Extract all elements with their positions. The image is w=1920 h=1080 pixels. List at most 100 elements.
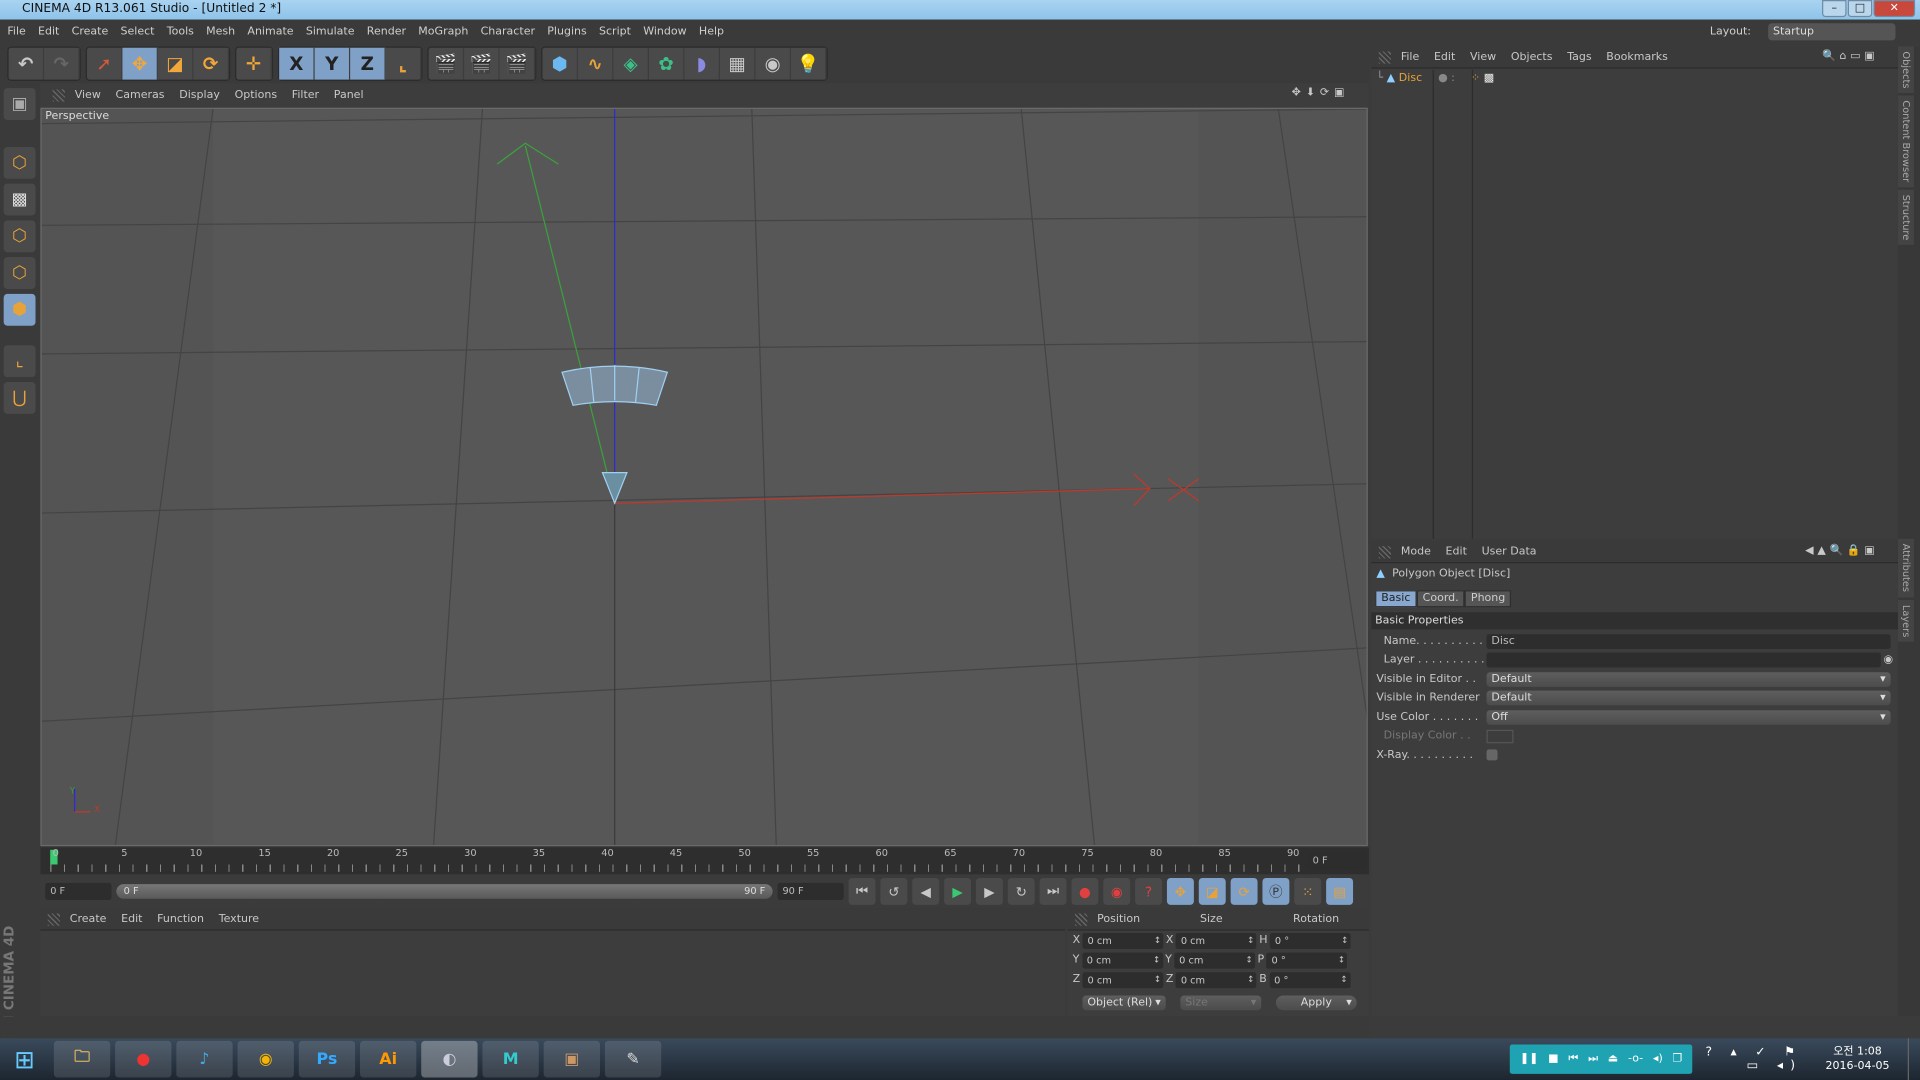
side-tab-attributes[interactable]: Attributes [1897, 539, 1914, 598]
use-color-select[interactable]: Off [1486, 709, 1891, 725]
taskbar-maya-icon[interactable]: M [482, 1040, 539, 1078]
menu-tools[interactable]: Tools [167, 26, 194, 38]
material-menu-create[interactable]: Create [70, 913, 107, 925]
taskbar-photoshop-icon[interactable]: Ps [298, 1040, 356, 1078]
render-settings-icon[interactable]: 🎬 [500, 47, 536, 80]
object-menu-file[interactable]: File [1401, 51, 1419, 63]
previous-frame-icon[interactable]: ◀ [912, 877, 940, 905]
key-scale-icon[interactable]: ◪ [1198, 877, 1226, 905]
move-tool-icon[interactable]: ✥ [122, 47, 158, 80]
y-axis-lock-button[interactable]: Y [314, 47, 351, 80]
size-field[interactable]: 0 cm [1174, 952, 1256, 968]
tray-icons[interactable]: ? ▴ ✓ ⚑ ▭ ◂) [1692, 1046, 1802, 1073]
object-menu-edit[interactable]: Edit [1434, 51, 1455, 63]
taskbar-paint-icon[interactable]: ✎ [604, 1040, 662, 1078]
taskbar-itunes-icon[interactable]: ♪ [176, 1040, 233, 1078]
taskbar-app-icon[interactable]: ● [115, 1040, 172, 1078]
position-field[interactable]: 0 cm [1082, 971, 1164, 988]
phong-tag-icon[interactable]: ⁘ [1471, 72, 1480, 84]
material-menu-texture[interactable]: Texture [219, 913, 259, 925]
name-field[interactable]: Disc [1486, 633, 1891, 649]
floor-icon[interactable]: ▦ [720, 47, 756, 80]
coordinate-system-icon[interactable]: ⌞ [386, 47, 422, 80]
taskbar-app2-icon[interactable]: ▣ [543, 1040, 601, 1078]
keyframe-selection-icon[interactable]: ? [1135, 877, 1163, 905]
snap-icon[interactable]: ⋃ [3, 382, 36, 414]
menu-simulate[interactable]: Simulate [306, 26, 355, 38]
next-frame-icon[interactable]: ▶ [975, 877, 1003, 905]
viewport-menu-panel[interactable]: Panel [334, 89, 364, 101]
taskbar-explorer-icon[interactable]: 🗀 [53, 1040, 111, 1078]
menu-select[interactable]: Select [120, 26, 154, 38]
axis-mode-icon[interactable]: ⌞ [3, 345, 36, 378]
viewport-menu-view[interactable]: View [75, 89, 101, 101]
key-parameter-icon[interactable]: Ⓟ [1262, 877, 1290, 905]
menu-render[interactable]: Render [367, 26, 406, 38]
render-view-icon[interactable]: 🎬 [429, 47, 465, 80]
visibility-dots-icon[interactable]: ● : [1438, 72, 1455, 84]
coordinate-mode-select[interactable]: Object (Rel) [1082, 995, 1166, 1011]
attr-menu-mode[interactable]: Mode [1401, 546, 1431, 558]
start-frame-field[interactable]: 0 F [45, 882, 112, 901]
timeline-ruler[interactable]: 0 5 10 15 20 25 30 35 40 45 50 55 60 65 70 75 80 85 90 0 F [40, 847, 1369, 875]
size-mode-select[interactable]: Size [1180, 995, 1262, 1011]
camera-icon[interactable]: ◉ [756, 47, 792, 80]
object-row-disc[interactable]: └ ▲ Disc ● : ⁘ ▩ [1376, 72, 1494, 84]
object-menu-tags[interactable]: Tags [1567, 51, 1591, 63]
object-name[interactable]: Disc [1399, 72, 1422, 84]
rotation-field[interactable]: 0 ° [1269, 932, 1351, 949]
go-to-start-icon[interactable]: ⏮ [848, 877, 876, 905]
x-axis-lock-button[interactable]: X [279, 47, 315, 80]
attr-menu-edit[interactable]: Edit [1446, 546, 1467, 558]
display-color-swatch[interactable] [1486, 729, 1514, 743]
menu-file[interactable]: File [7, 26, 25, 38]
side-tab-content-browser[interactable]: Content Browser [1897, 95, 1914, 188]
apply-button[interactable]: Apply [1275, 995, 1357, 1011]
visible-renderer-select[interactable]: Default [1486, 690, 1891, 706]
make-editable-icon[interactable]: ▣ [3, 88, 36, 121]
key-rotation-icon[interactable]: ⟳ [1230, 877, 1258, 905]
visible-editor-select[interactable]: Default [1486, 671, 1891, 687]
polygon-mode-icon[interactable]: ⬢ [3, 293, 36, 326]
record-icon[interactable]: ● [1071, 877, 1099, 905]
attr-nav-icons[interactable]: ◀▲🔍🔒▣ [1805, 545, 1878, 557]
side-tab-structure[interactable]: Structure [1897, 189, 1914, 246]
position-field[interactable]: 0 cm [1082, 932, 1164, 949]
taskbar-illustrator-icon[interactable]: Ai [360, 1040, 417, 1078]
layer-picker-icon[interactable]: ◉ [1883, 654, 1893, 666]
light-icon[interactable]: 💡 [791, 47, 827, 80]
start-button-icon[interactable]: ⊞ [0, 1038, 49, 1080]
taskbar-chrome-icon[interactable]: ◉ [237, 1040, 294, 1078]
current-frame-field[interactable]: 0 F [1307, 852, 1367, 870]
redo-button[interactable]: ↷ [44, 47, 80, 80]
timeline-icon[interactable]: ▤ [1326, 877, 1354, 905]
object-menu-bookmarks[interactable]: Bookmarks [1606, 51, 1668, 63]
side-tab-objects[interactable]: Objects [1897, 46, 1914, 94]
end-frame-field[interactable]: 90 F [777, 882, 844, 901]
autokey-icon[interactable]: ◉ [1103, 877, 1131, 905]
menu-mograph[interactable]: MoGraph [418, 26, 468, 38]
next-key-icon[interactable]: ↻ [1007, 877, 1035, 905]
key-position-icon[interactable]: ✥ [1166, 877, 1194, 905]
material-menu-function[interactable]: Function [157, 913, 204, 925]
menu-plugins[interactable]: Plugins [547, 26, 586, 38]
go-to-end-icon[interactable]: ⏭ [1039, 877, 1067, 905]
select-tool-icon[interactable]: ➚ [87, 47, 123, 80]
menu-help[interactable]: Help [699, 26, 724, 38]
frame-range-slider[interactable]: 0 F 90 F [116, 884, 773, 899]
texture-tag-icon[interactable]: ▩ [1484, 72, 1494, 84]
side-tab-layers[interactable]: Layers [1897, 599, 1914, 642]
render-picture-viewer-icon[interactable]: 🎬 [464, 47, 500, 80]
point-mode-icon[interactable]: ⬡ [3, 220, 36, 253]
tab-phong[interactable]: Phong [1464, 590, 1512, 608]
clock[interactable]: 오전 1:08 2016-04-05 [1815, 1044, 1901, 1073]
viewport-menu-options[interactable]: Options [235, 89, 278, 101]
attr-menu-user-data[interactable]: User Data [1482, 546, 1537, 558]
array-icon[interactable]: ✿ [649, 47, 685, 80]
menu-script[interactable]: Script [599, 26, 631, 38]
xray-checkbox[interactable] [1486, 749, 1498, 761]
menu-edit[interactable]: Edit [38, 26, 59, 38]
edge-mode-icon[interactable]: ⬡ [3, 257, 36, 289]
close-button[interactable]: ✕ [1873, 0, 1916, 18]
deformer-icon[interactable]: ◗ [684, 47, 721, 80]
